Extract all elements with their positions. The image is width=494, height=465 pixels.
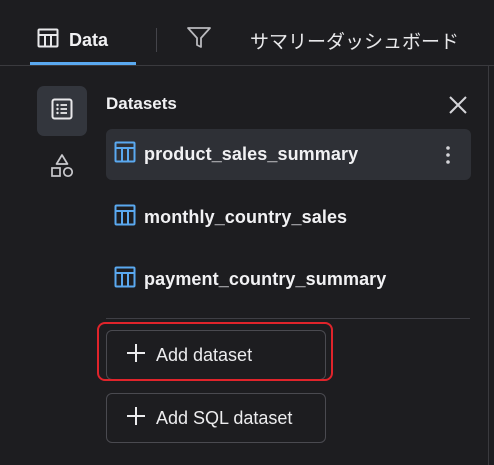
tab-data[interactable]: Data [30,18,136,65]
divider [106,318,470,319]
shapes-icon [49,154,75,183]
dataset-item[interactable]: product_sales_summary [106,129,471,180]
dataset-item[interactable]: payment_country_summary [106,254,471,305]
table-icon [114,141,136,168]
tab-filter[interactable] [186,18,216,62]
tab-bar: Data サマリーダッシュボード [0,0,494,66]
tab-summary-dashboard[interactable]: サマリーダッシュボード [250,18,459,62]
rail-shapes-button[interactable] [49,153,75,179]
table-icon [114,204,136,231]
tab-separator [156,28,157,52]
highlight-box [97,322,333,381]
dataset-item[interactable]: monthly_country_sales [106,192,471,243]
rail-datasets-button[interactable] [37,86,87,136]
add-sql-dataset-label: Add SQL dataset [156,407,293,428]
kebab-icon[interactable] [445,145,451,165]
list-icon [51,98,73,125]
table-icon [37,28,59,53]
panel-title: Datasets [106,94,177,113]
close-icon[interactable] [446,93,470,117]
table-icon [114,266,136,293]
panel-edge [488,66,489,465]
dataset-name: monthly_country_sales [144,207,348,227]
add-sql-dataset-button[interactable]: Add SQL dataset [106,393,326,443]
dataset-name: product_sales_summary [144,144,359,164]
tab-data-label: Data [69,29,109,50]
filter-icon [186,26,212,55]
dataset-name: payment_country_summary [144,269,387,289]
plus-icon [125,405,147,432]
